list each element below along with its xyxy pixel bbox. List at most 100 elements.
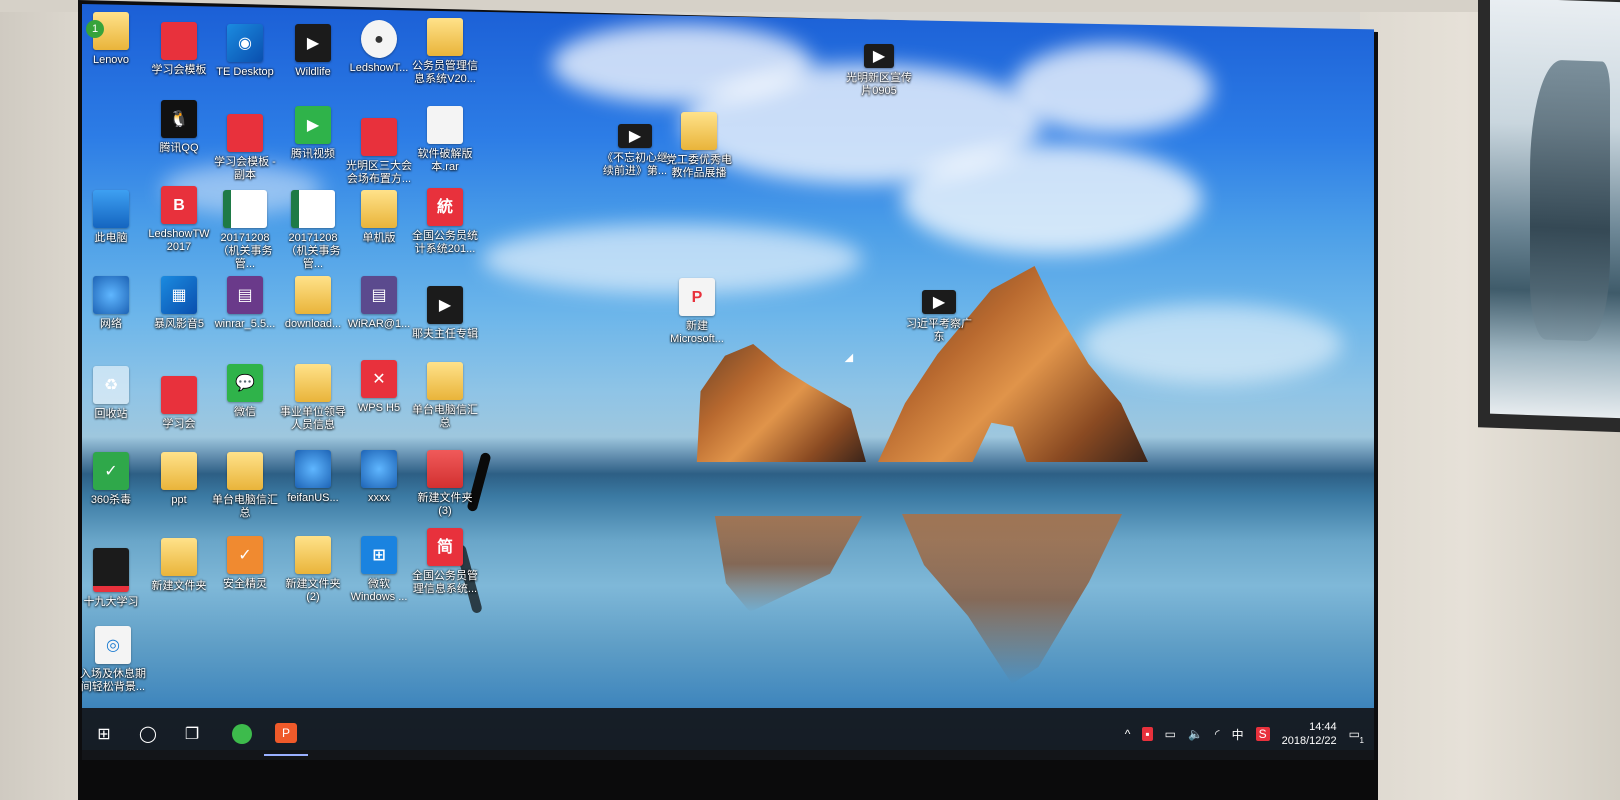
desktop-icon-ledshow-cd[interactable]: ● LedshowT... xyxy=(346,20,412,75)
desktop-icon-background-music[interactable]: ◎ 入场及休息期间轻松背景... xyxy=(80,626,146,694)
desktop-icon-download[interactable]: download... xyxy=(280,276,346,331)
video-icon: ▶ xyxy=(295,24,331,62)
desktop-icon-security-guard[interactable]: ✓ 安全精灵 xyxy=(212,536,278,591)
folder-icon xyxy=(681,112,717,150)
globe-icon xyxy=(361,450,397,488)
clock[interactable]: 14:44 2018/12/22 xyxy=(1282,720,1337,748)
desktop-icon-computer-summary-2[interactable]: 单台电脑信汇总 xyxy=(212,452,278,520)
show-hidden-icons-chevron-icon[interactable]: ^ xyxy=(1125,727,1131,741)
wps-doc-icon: P xyxy=(679,278,715,316)
folder-icon xyxy=(161,452,197,490)
desktop-icon-wps-h5[interactable]: ✕ WPS H5 xyxy=(346,360,412,415)
notification-badge: 1 xyxy=(86,20,104,38)
file-icon xyxy=(427,106,463,144)
recycle-bin-icon: ♻ xyxy=(93,366,129,404)
start-button[interactable]: ⊞ xyxy=(82,712,126,756)
desktop-icon-leaders-info[interactable]: 事业单位领导人员信息 xyxy=(280,364,346,432)
desktop-icon-software-rar[interactable]: 软件破解版本.rar xyxy=(412,106,478,174)
desktop-icon-director-album[interactable]: ▶ 耶夫主任专辑 xyxy=(412,286,478,341)
desktop-icon-network[interactable]: 网络 xyxy=(78,276,144,331)
clock-date: 2018/12/22 xyxy=(1281,735,1337,747)
winrar-icon: ▤ xyxy=(227,276,263,314)
desktop-icon-ledshowtw[interactable]: B LedshowTW 2017 xyxy=(146,186,212,254)
wps-tray-icon[interactable]: ▪ xyxy=(1142,727,1153,741)
desktop-icon-360-antivirus[interactable]: ✓ 360杀毒 xyxy=(78,452,144,507)
desktop-icon-winrar[interactable]: ▤ WiRAR@1... xyxy=(346,276,412,331)
desktop-icon-recycle-bin[interactable]: ♻ 回收站 xyxy=(78,366,144,421)
desktop-icon-study-session[interactable]: 学习会 xyxy=(146,376,212,431)
desktop-icon-tencent-video[interactable]: ▶ 腾讯视频 xyxy=(280,106,346,161)
desktop-icon-ppt[interactable]: ppt xyxy=(146,452,212,507)
desktop-icon-guangming-promo[interactable]: ▶ 光明新区宣传片0905 xyxy=(846,44,912,98)
notification-count: 1 xyxy=(1359,736,1364,745)
excel-icon xyxy=(291,190,335,228)
ledshow-icon: B xyxy=(161,186,197,224)
desktop-icon-standalone[interactable]: 单机版 xyxy=(346,190,412,245)
shortcut-red-icon xyxy=(161,22,197,60)
desktop-icon-venue-layout[interactable]: 光明区三大会会场布置方... xyxy=(346,118,412,186)
action-center-icon[interactable]: ▭ 1 xyxy=(1349,727,1364,745)
folder-icon xyxy=(295,276,331,314)
windows-logo-icon: ⊞ xyxy=(97,726,111,743)
green-browser-icon xyxy=(232,724,252,744)
qq-icon: 🐧 xyxy=(161,100,197,138)
taskbar-app-wps[interactable]: P xyxy=(264,712,308,756)
desktop-icon-microsoft-windows[interactable]: ⊞ 微软 Windows ... xyxy=(346,536,412,604)
shortcut-red-icon xyxy=(93,548,129,592)
desktop-icon-new-wps-doc[interactable]: P 新建 Microsoft... xyxy=(664,278,730,346)
wifi-icon[interactable]: ◜ xyxy=(1215,727,1220,741)
desktop-icon-party-education[interactable]: 党工委优秀电教作品展播 xyxy=(666,112,732,180)
video-icon: ▶ xyxy=(427,286,463,324)
excel-icon xyxy=(223,190,267,228)
sogou-input-icon[interactable]: S xyxy=(1255,727,1270,741)
taskbar: ⊞ ◯ ❐ P ^ ▪ ▭ 🔈 ◜ 中 S 14:44 2018/12/22 ▭… xyxy=(82,708,1374,760)
winrar-icon: ▤ xyxy=(361,276,397,314)
ime-indicator[interactable]: 中 xyxy=(1232,726,1244,743)
desktop-icon-civil-servant-system[interactable]: 公务员管理信息系统V20... xyxy=(412,18,478,86)
desktop-icon-stats-system[interactable]: 統 全国公务员统计系统201... xyxy=(412,188,478,256)
desktop-icon-civil-servant-mgmt[interactable]: 简 全国公务员管理信息系统... xyxy=(412,528,478,596)
desktop-icon-xi-guangdong[interactable]: ▶ 习近平考察广东 xyxy=(906,290,972,344)
te-desktop-icon: ◉ xyxy=(227,24,263,62)
shortcut-red-icon xyxy=(161,376,197,414)
desktop-icon-this-pc[interactable]: 此电脑 xyxy=(78,190,144,245)
desktop-icon-study-template-copy[interactable]: 学习会模板 - 副本 xyxy=(212,114,278,182)
search-button[interactable]: ◯ xyxy=(126,712,170,756)
desktop-icon-new-folder-3[interactable]: 新建文件夹(3) xyxy=(412,450,478,518)
desktop-icon-te-desktop[interactable]: ◉ TE Desktop xyxy=(212,24,278,79)
desktop-icon-lenovo[interactable]: 1 Lenovo xyxy=(78,12,144,67)
desktop-icon-baofeng[interactable]: ▦ 暴风影音5 xyxy=(146,276,212,331)
desktop-icon-19th-study[interactable]: 十九大学习 xyxy=(78,548,144,609)
task-view-button[interactable]: ❐ xyxy=(170,712,214,756)
battery-icon[interactable]: ▭ xyxy=(1165,727,1176,741)
desktop-icon-excel-2[interactable]: 20171208（机关事务管... xyxy=(280,190,346,271)
desktop-icon-study-template[interactable]: 学习会模板 xyxy=(146,22,212,77)
this-pc-icon xyxy=(93,190,129,228)
desktop-icon-xxxx[interactable]: xxxx xyxy=(346,450,412,505)
desktop-icon-excel-1[interactable]: 20171208（机关事务管... xyxy=(212,190,278,271)
image-file-icon xyxy=(361,118,397,156)
folder-icon xyxy=(427,362,463,400)
baofeng-icon: ▦ xyxy=(161,276,197,314)
video-icon: ▶ xyxy=(864,44,894,68)
desktop-icon-wildlife[interactable]: ▶ Wildlife xyxy=(280,24,346,79)
desktop-icon-feifan[interactable]: feifanUS... xyxy=(280,450,346,505)
wps-presentation-icon: P xyxy=(275,723,297,743)
desktop-icon-wechat[interactable]: 💬 微信 xyxy=(212,364,278,419)
desktop-icon-new-folder[interactable]: 新建文件夹 xyxy=(146,538,212,593)
desktop-icon-original-aspiration[interactable]: ▶ 《不忘初心继续前进》第... xyxy=(602,124,668,178)
desktop-icon-computer-summary[interactable]: 单台电脑信汇总 xyxy=(412,362,478,430)
volume-muted-icon[interactable]: 🔈 xyxy=(1188,727,1203,741)
taskbar-app-browser[interactable] xyxy=(220,712,264,756)
globe-icon xyxy=(295,450,331,488)
desktop-icon-qq[interactable]: 🐧 腾讯QQ xyxy=(146,100,212,155)
cd-icon: ● xyxy=(361,20,397,58)
wps-icon: ✕ xyxy=(361,360,397,398)
video-icon: ▶ xyxy=(922,290,956,314)
folder-icon xyxy=(427,18,463,56)
sea-stack-left xyxy=(696,344,866,462)
shortcut-red-icon xyxy=(227,114,263,152)
desktop-icon-winrar-installer[interactable]: ▤ winrar_5.5... xyxy=(212,276,278,331)
desktop-icon-new-folder-2[interactable]: 新建文件夹(2) xyxy=(280,536,346,604)
rock-reflection-left xyxy=(714,516,862,612)
